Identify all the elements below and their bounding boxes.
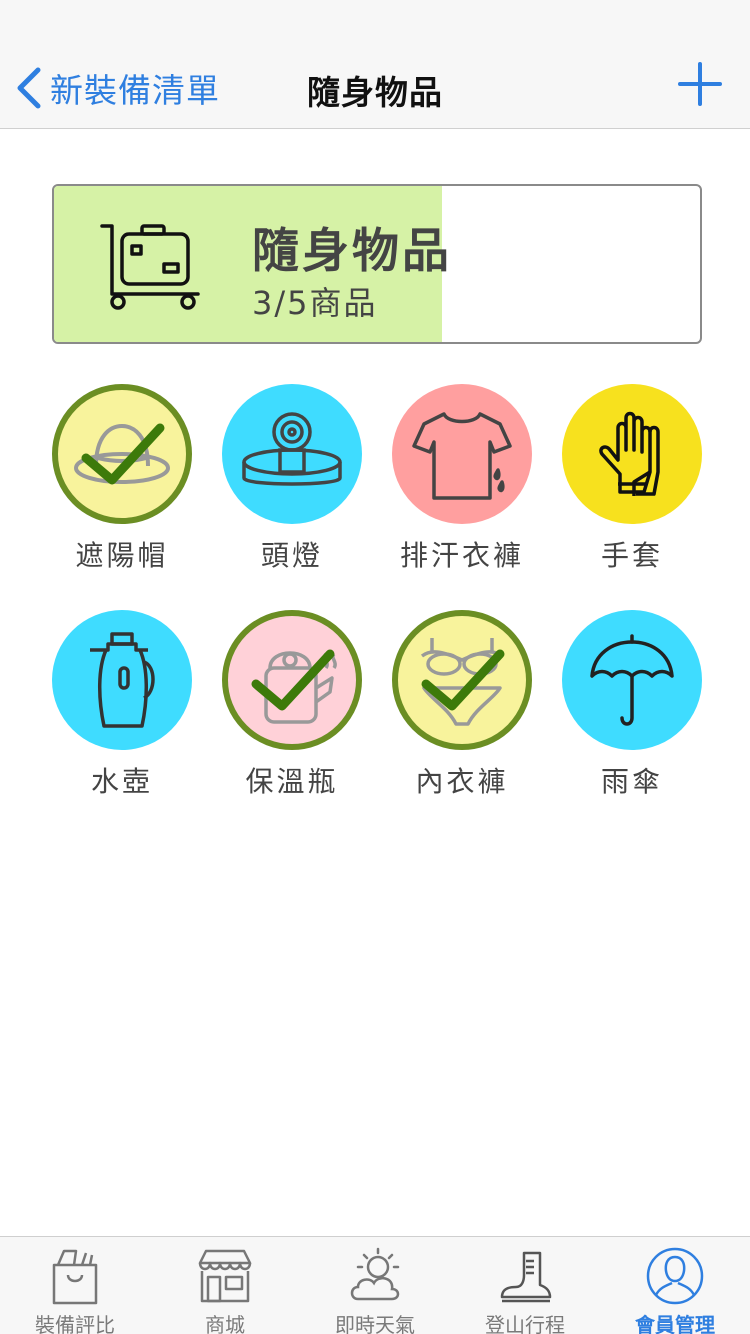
tab-label: 裝備評比 (35, 1313, 115, 1334)
gear-item-headlamp[interactable]: 頭燈 (207, 384, 377, 584)
shopping-bag-icon (52, 1249, 98, 1305)
weather-icon (350, 1247, 400, 1301)
member-icon (646, 1247, 704, 1305)
tab-gear-review[interactable]: 裝備評比 (0, 1237, 150, 1334)
underwear-icon (420, 638, 504, 726)
tab-label: 即時天氣 (335, 1313, 415, 1334)
item-circle (392, 610, 532, 750)
navigation-bar: 新裝備清單 隨身物品 (0, 0, 750, 129)
item-label: 雨傘 (600, 765, 663, 798)
item-circle (562, 610, 702, 750)
item-circle (222, 610, 362, 750)
storefront-icon (198, 1249, 252, 1303)
gear-item-shirt[interactable]: 排汗衣褲 (377, 384, 547, 584)
tab-weather[interactable]: 即時天氣 (300, 1237, 450, 1334)
item-label: 水壺 (90, 765, 153, 798)
gear-item-kettle[interactable]: 水壺 (37, 610, 207, 810)
gear-item-gloves[interactable]: 手套 (547, 384, 717, 584)
sun-hat-icon (74, 423, 170, 484)
tshirt-icon (412, 412, 512, 500)
umbrella-icon (590, 634, 674, 726)
item-circle (392, 384, 532, 524)
tab-member[interactable]: 會員管理 (600, 1237, 750, 1334)
item-circle (222, 384, 362, 524)
item-circle (52, 610, 192, 750)
item-circle (562, 384, 702, 524)
item-circle (52, 384, 192, 524)
gear-item-umbrella[interactable]: 雨傘 (547, 610, 717, 810)
gear-item-sun-hat[interactable]: 遮陽帽 (37, 384, 207, 584)
luggage-cart-icon (100, 224, 200, 310)
gear-item-underwear[interactable]: 內衣褲 (377, 610, 547, 810)
tab-bar: 裝備評比 商城 即時天氣 登山行程 會員管理 (0, 1236, 750, 1334)
tab-label: 商城 (205, 1313, 245, 1334)
gloves-icon (599, 411, 660, 496)
item-label: 內衣褲 (415, 765, 509, 798)
kettle-icon (90, 632, 155, 728)
item-label: 手套 (600, 539, 663, 572)
hiking-boot-icon (500, 1251, 552, 1303)
item-label: 排汗衣褲 (399, 539, 524, 572)
summary-count: 3/5商品 (252, 284, 378, 322)
thermos-pot-icon (264, 651, 337, 724)
category-summary-card[interactable]: 隨身物品 3/5商品 (52, 184, 702, 344)
gear-item-thermos[interactable]: 保溫瓶 (207, 610, 377, 810)
headlamp-icon (242, 412, 342, 486)
item-label: 遮陽帽 (75, 539, 169, 572)
tab-hiking[interactable]: 登山行程 (450, 1237, 600, 1334)
plus-icon[interactable] (678, 62, 722, 106)
tab-store[interactable]: 商城 (150, 1237, 300, 1334)
item-label: 頭燈 (260, 539, 323, 572)
tab-label: 會員管理 (635, 1313, 715, 1334)
summary-title: 隨身物品 (252, 224, 452, 279)
page-title: 隨身物品 (307, 73, 443, 112)
item-label: 保溫瓶 (245, 765, 339, 798)
tab-label: 登山行程 (485, 1313, 565, 1334)
